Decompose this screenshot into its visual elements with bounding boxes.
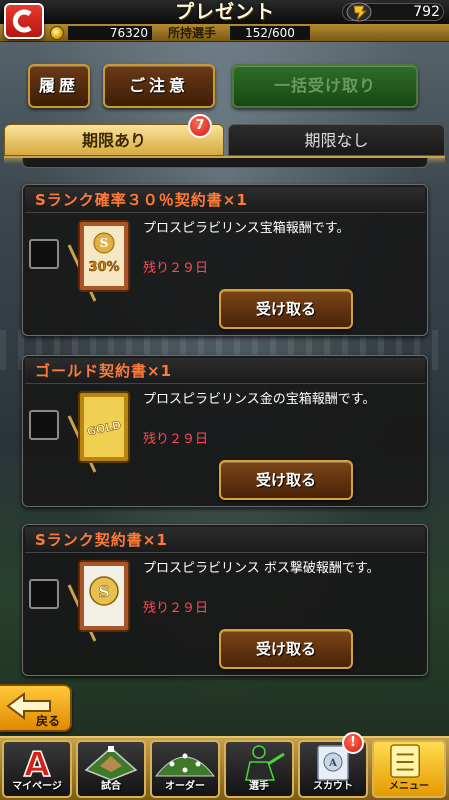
svg-text:S: S [100, 236, 109, 250]
nav-label: 試合 [101, 781, 121, 792]
owned-players-count: 152/600 [230, 26, 310, 40]
item-title: ゴールド契約書×1 [25, 358, 425, 384]
nav-label: スカウト [313, 781, 353, 792]
contract-30-icon: S 30% [67, 220, 130, 302]
nav-label: 選手 [249, 781, 269, 792]
team-logo-icon [4, 3, 44, 39]
coin-count: 76320 [68, 26, 152, 40]
list-item: Sランク確率３０％契約書×1 S 30% プロスピラビリンス宝箱報酬です。 残り… [22, 184, 428, 336]
item-description: プロスピラビリンス ボス撃破報酬です。 [143, 561, 380, 576]
mypage-icon: A [23, 744, 52, 782]
item-remaining: 残り２９日 [143, 601, 209, 616]
item-checkbox[interactable] [29, 239, 59, 269]
item-description: プロスピラビリンス金の宝箱報酬です。 [143, 392, 376, 407]
s-contract-icon: S [67, 560, 130, 642]
item-card-label: 30% [88, 260, 119, 275]
nav-match[interactable]: 試合 [76, 740, 146, 798]
receive-button[interactable]: 受け取る [219, 289, 353, 329]
history-button[interactable]: 履歴 [28, 64, 90, 108]
menu-icon [390, 744, 420, 778]
nav-menu[interactable]: メニュー [372, 740, 446, 798]
gem-icon [346, 2, 372, 22]
owned-players-label: 所持選手 [167, 26, 216, 40]
match-icon [84, 746, 138, 781]
page-title: プレゼント [174, 1, 275, 23]
item-card-label: S [98, 582, 110, 601]
list-item: ゴールド契約書×1 GOLD プロスピラビリンス金の宝箱報酬です。 残り２９日 … [22, 355, 428, 507]
nav-label: マイページ [12, 781, 62, 792]
nav-label: メニュー [389, 781, 429, 792]
list-item: Sランク契約書×1 S プロスピラビリンス ボス撃破報酬です。 残り２９日 受け… [22, 524, 428, 676]
order-icon [154, 753, 216, 777]
coin-icon [50, 26, 64, 40]
svg-text:A: A [24, 745, 51, 782]
caution-button[interactable]: ご注意 [103, 64, 215, 108]
back-label: 戻る [35, 714, 60, 728]
nav-mypage[interactable]: A マイページ [2, 740, 72, 798]
gem-count: 792 [413, 4, 440, 20]
item-checkbox[interactable] [29, 579, 59, 609]
nav-label: オーダー [165, 781, 205, 792]
receive-button[interactable]: 受け取る [219, 629, 353, 669]
tab-no-deadline[interactable]: 期限なし [228, 124, 445, 156]
item-remaining: 残り２９日 [143, 432, 209, 447]
bulk-receive-button[interactable]: 一括受け取り [232, 64, 418, 108]
list-item-partial [22, 158, 428, 168]
nav-order[interactable]: オーダー [150, 740, 220, 798]
nav-player[interactable]: 選手 [224, 740, 294, 798]
item-remaining: 残り２９日 [143, 261, 209, 276]
tab-badge: 7 [188, 114, 212, 138]
item-title: Sランク確率３０％契約書×1 [25, 187, 425, 213]
item-checkbox[interactable] [29, 410, 59, 440]
item-description: プロスピラビリンス宝箱報酬です。 [143, 221, 350, 236]
player-icon [245, 745, 285, 781]
receive-button[interactable]: 受け取る [219, 460, 353, 500]
gold-contract-icon: GOLD [67, 391, 130, 473]
item-title: Sランク契約書×1 [25, 527, 425, 553]
svg-text:A: A [328, 758, 337, 769]
back-button[interactable]: 戻る [0, 684, 72, 732]
scout-badge: ! [342, 732, 364, 754]
